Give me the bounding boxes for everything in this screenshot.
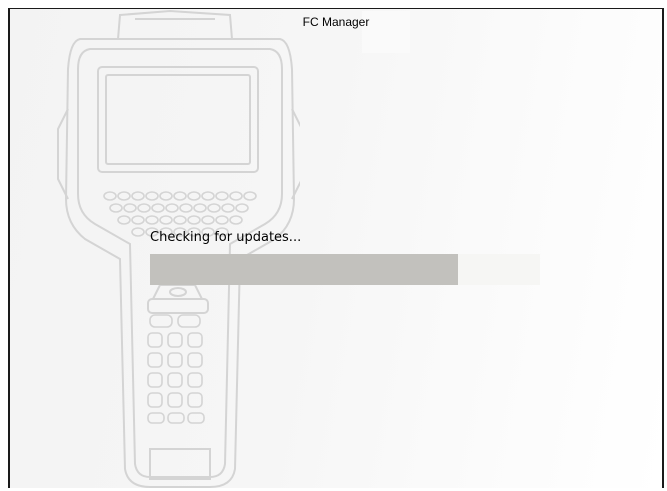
handheld-device-illustration	[57, 9, 300, 488]
progress-bar-fill	[150, 254, 459, 285]
window-title: FC Manager	[302, 15, 370, 29]
splash-window: FC Manager Checking for updates...	[8, 8, 664, 488]
status-message: Checking for updates...	[150, 230, 302, 245]
progress-bar	[150, 254, 540, 285]
